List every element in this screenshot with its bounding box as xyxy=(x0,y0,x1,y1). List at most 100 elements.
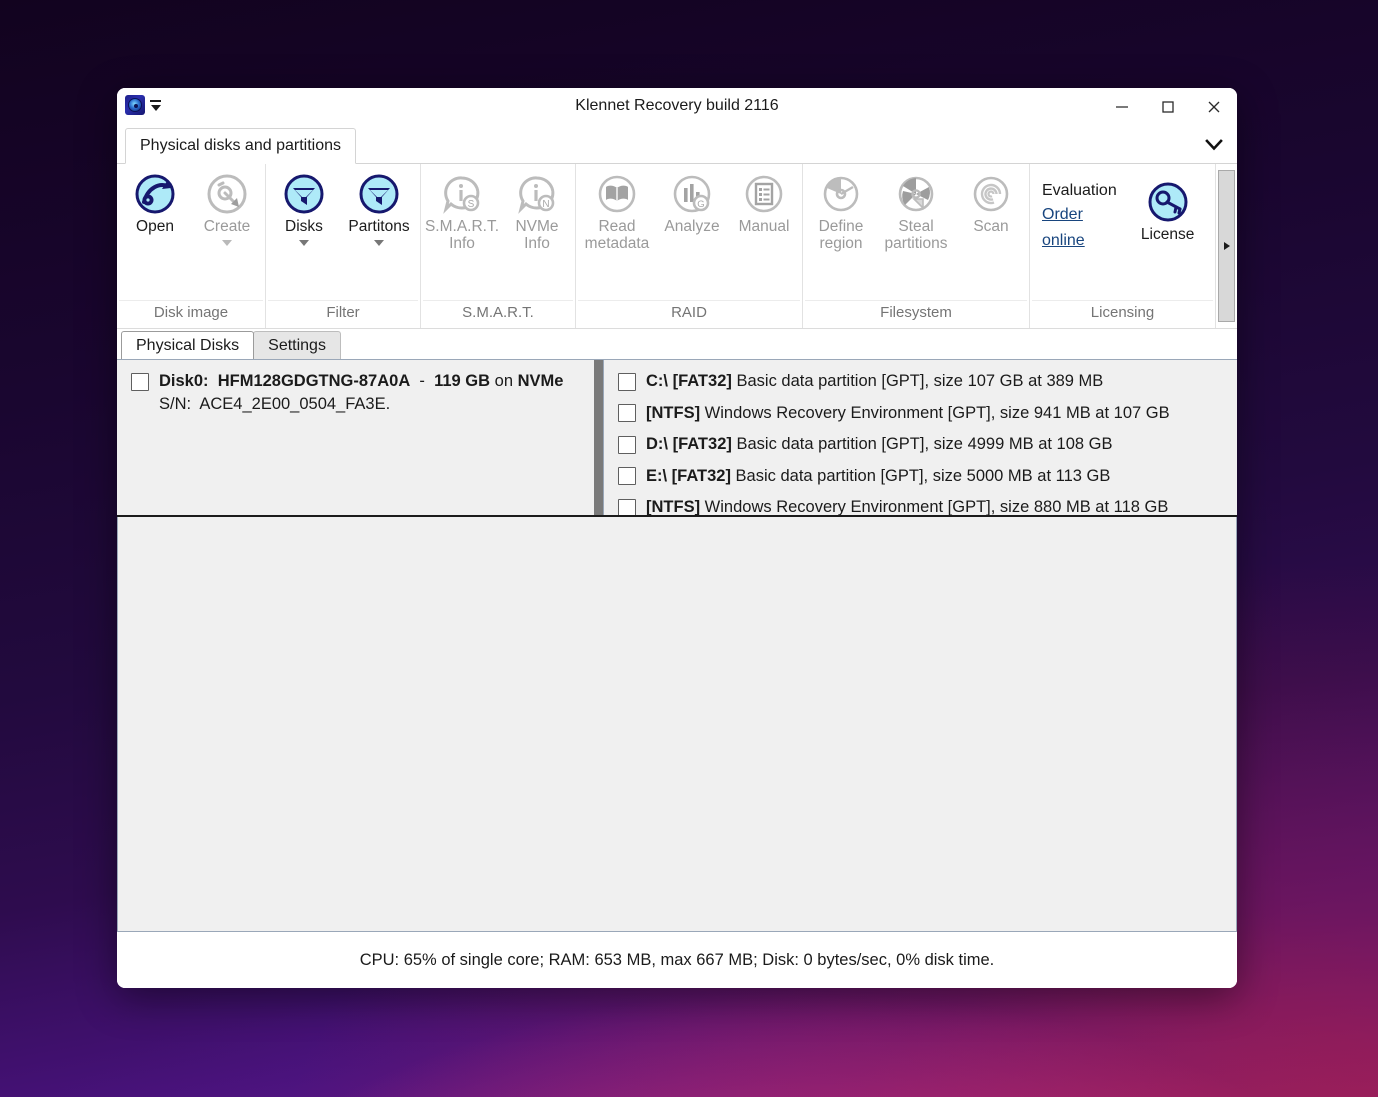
scan-spiral-icon xyxy=(970,172,1012,216)
partition-checkbox[interactable] xyxy=(618,404,636,423)
license-status: Evaluation xyxy=(1042,182,1117,199)
ribbon-group-filesystem: Define region Steal partitions Scan File… xyxy=(802,164,1029,328)
quick-access-dropdown-icon[interactable] xyxy=(150,99,161,111)
smart-info-label: S.M.A.R.T. Info xyxy=(424,218,500,252)
create-disk-image-icon xyxy=(206,172,248,216)
define-region-label: Define region xyxy=(818,218,864,252)
chevron-down-icon[interactable] xyxy=(1201,132,1227,158)
ribbon-scroll-right-button[interactable] xyxy=(1215,164,1237,328)
disk-bus: NVMe xyxy=(517,372,564,390)
disk-title: Disk0: HFM128GDGTNG-87A0A - 119 GB on NV… xyxy=(159,370,563,392)
disk-checkbox[interactable] xyxy=(131,373,149,391)
funnel-filter-icon xyxy=(358,172,400,216)
tab-settings[interactable]: Settings xyxy=(253,331,341,359)
ribbon-group-smart: S S.M.A.R.T. Info N NVMe Info S.M.A.R.T. xyxy=(420,164,575,328)
manual-button[interactable]: Manual xyxy=(728,170,800,235)
minimize-button[interactable] xyxy=(1099,88,1145,126)
disk-region-icon xyxy=(820,172,862,216)
order-online-link[interactable]: Order online xyxy=(1042,202,1126,254)
book-icon xyxy=(596,172,638,216)
partition-drive: [NTFS] xyxy=(646,403,701,422)
ribbon-group-label-filesystem: Filesystem xyxy=(805,300,1027,328)
analyze-button[interactable]: G Analyze xyxy=(656,170,728,235)
partition-drive: D:\ [FAT32] xyxy=(646,435,732,454)
window-title: Klennet Recovery build 2116 xyxy=(575,97,779,114)
application-window: Klennet Recovery build 2116 Physical dis… xyxy=(117,88,1237,988)
disks-filter-dropdown-arrow-icon[interactable] xyxy=(299,240,309,246)
bar-chart-icon: G xyxy=(671,172,713,216)
partition-desc: Windows Recovery Environment [GPT], size… xyxy=(704,498,1169,515)
ribbon-groups: Open Create Disk image Disks Partitons F… xyxy=(117,164,1215,328)
define-region-button[interactable]: Define region xyxy=(805,170,877,252)
list-item[interactable]: Disk0: HFM128GDGTNG-87A0A - 119 GB on NV… xyxy=(117,360,603,415)
ribbon-group-label-smart: S.M.A.R.T. xyxy=(423,300,573,328)
disks-filter-button[interactable]: Disks xyxy=(268,170,340,246)
disk-dash: - xyxy=(419,372,425,390)
partition-checkbox[interactable] xyxy=(618,467,636,486)
license-button[interactable]: License xyxy=(1132,178,1203,243)
list-document-icon xyxy=(743,172,785,216)
partition-desc: Basic data partition [GPT], size 4999 MB… xyxy=(736,435,1113,454)
disks-list-scrollbar[interactable] xyxy=(594,360,603,515)
tab-physical-disks[interactable]: Physical Disks xyxy=(121,331,255,359)
partition-checkbox[interactable] xyxy=(618,435,636,454)
read-metadata-button[interactable]: Read metadata xyxy=(578,170,656,252)
key-icon xyxy=(1147,180,1189,224)
partition-drive: E:\ [FAT32] xyxy=(646,466,731,485)
svg-text:N: N xyxy=(542,199,549,210)
ribbon-tab-strip: Physical disks and partitions xyxy=(117,126,1237,164)
disk-serial-value: ACE4_2E00_0504_FA3E. xyxy=(199,395,391,413)
open-button-label: Open xyxy=(136,218,174,235)
create-button-label: Create xyxy=(203,218,251,235)
partition-desc: Windows Recovery Environment [GPT], size… xyxy=(704,403,1170,422)
list-item[interactable]: [NTFS] Windows Recovery Environment [GPT… xyxy=(604,398,1237,430)
chevron-right-icon[interactable] xyxy=(1218,170,1235,322)
partition-drive: C:\ [FAT32] xyxy=(646,372,732,391)
status-bar: CPU: 65% of single core; RAM: 653 MB, ma… xyxy=(117,932,1237,988)
maximize-button[interactable] xyxy=(1145,88,1191,126)
partition-checkbox[interactable] xyxy=(618,372,636,391)
steal-partitions-button[interactable]: Steal partitions xyxy=(877,170,955,252)
nvme-info-button[interactable]: N NVMe Info xyxy=(501,170,573,252)
disks-filter-label: Disks xyxy=(285,218,323,235)
ribbon-group-label-disk-image: Disk image xyxy=(119,300,263,328)
list-item[interactable]: E:\ [FAT32] Basic data partition [GPT], … xyxy=(604,461,1237,493)
create-dropdown-arrow-icon[interactable] xyxy=(222,240,232,246)
manual-label: Manual xyxy=(738,218,790,235)
results-panel xyxy=(117,517,1237,932)
smart-info-icon: S xyxy=(441,172,483,216)
list-item[interactable]: [NTFS] Windows Recovery Environment [GPT… xyxy=(604,492,1237,515)
ribbon-group-label-raid: RAID xyxy=(578,300,800,328)
list-item[interactable]: D:\ [FAT32] Basic data partition [GPT], … xyxy=(604,429,1237,461)
funnel-filter-icon xyxy=(283,172,325,216)
partitions-filter-label: Partitons xyxy=(348,218,410,235)
ribbon-group-disk-image: Open Create Disk image xyxy=(117,164,265,328)
disk-index-label: Disk0: xyxy=(159,372,209,390)
partition-desc: Basic data partition [GPT], size 5000 MB… xyxy=(735,466,1111,485)
status-text: CPU: 65% of single core; RAM: 653 MB, ma… xyxy=(359,950,995,969)
nvme-info-label: NVMe Info xyxy=(515,218,559,252)
tab-physical-disks-and-partitions[interactable]: Physical disks and partitions xyxy=(125,128,356,164)
ribbon-group-raid: Read metadata G Analyze Manual RAID xyxy=(575,164,802,328)
analyze-label: Analyze xyxy=(664,218,720,235)
open-button[interactable]: Open xyxy=(119,170,191,235)
ribbon-group-licensing: Evaluation Order online License Licensin… xyxy=(1029,164,1215,328)
scan-button[interactable]: Scan xyxy=(955,170,1027,235)
ribbon-group-label-filter: Filter xyxy=(268,300,418,328)
ribbon: Open Create Disk image Disks Partitons F… xyxy=(117,164,1237,329)
partitions-filter-dropdown-arrow-icon[interactable] xyxy=(374,240,384,246)
disk-partitions-icon xyxy=(895,172,937,216)
close-button[interactable] xyxy=(1191,88,1237,126)
partitions-list: C:\ [FAT32] Basic data partition [GPT], … xyxy=(604,360,1237,515)
list-item[interactable]: C:\ [FAT32] Basic data partition [GPT], … xyxy=(604,366,1237,398)
partition-checkbox[interactable] xyxy=(618,498,636,515)
ribbon-group-label-licensing: Licensing xyxy=(1032,300,1213,328)
license-button-label: License xyxy=(1140,226,1195,243)
partitions-filter-button[interactable]: Partitons xyxy=(340,170,418,246)
disk-serial-line: S/N: ACE4_2E00_0504_FA3E. xyxy=(159,393,563,415)
disk-size: 119 GB xyxy=(434,372,491,390)
create-button[interactable]: Create xyxy=(191,170,263,246)
disk-platter-icon[interactable] xyxy=(125,95,145,115)
disk-model: HFM128GDGTNG-87A0A xyxy=(217,372,411,390)
smart-info-button[interactable]: S S.M.A.R.T. Info xyxy=(423,170,501,252)
